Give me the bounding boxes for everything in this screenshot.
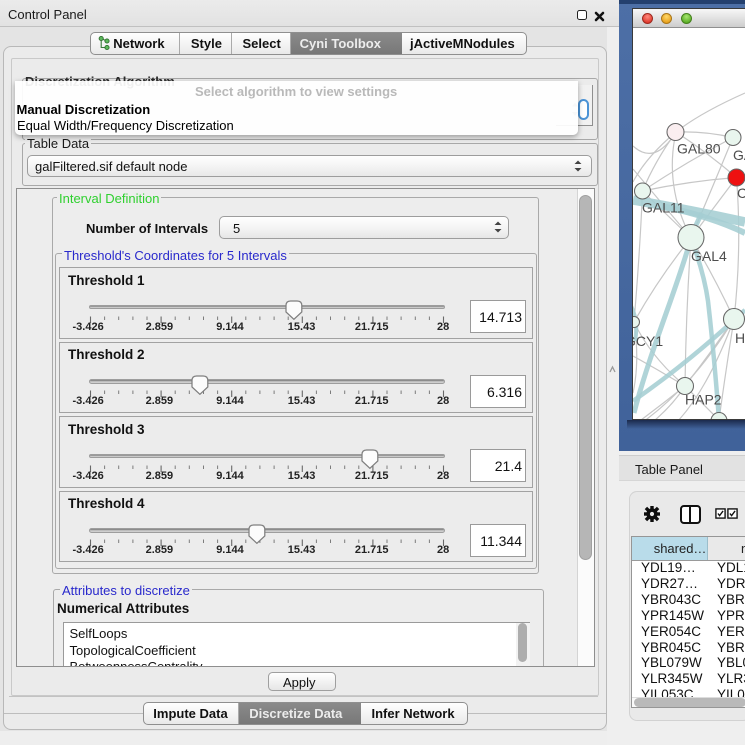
svg-text:GCY1: GCY1 bbox=[633, 333, 663, 349]
svg-text:CY: CY bbox=[737, 185, 745, 201]
svg-text:HAP2: HAP2 bbox=[685, 392, 722, 408]
svg-text:GAL11: GAL11 bbox=[642, 200, 685, 216]
svg-text:GAL3: GAL3 bbox=[733, 147, 745, 163]
svg-text:GAL4: GAL4 bbox=[691, 248, 727, 264]
svg-text:GAL80: GAL80 bbox=[677, 141, 721, 157]
svg-text:HI: HI bbox=[735, 330, 745, 346]
